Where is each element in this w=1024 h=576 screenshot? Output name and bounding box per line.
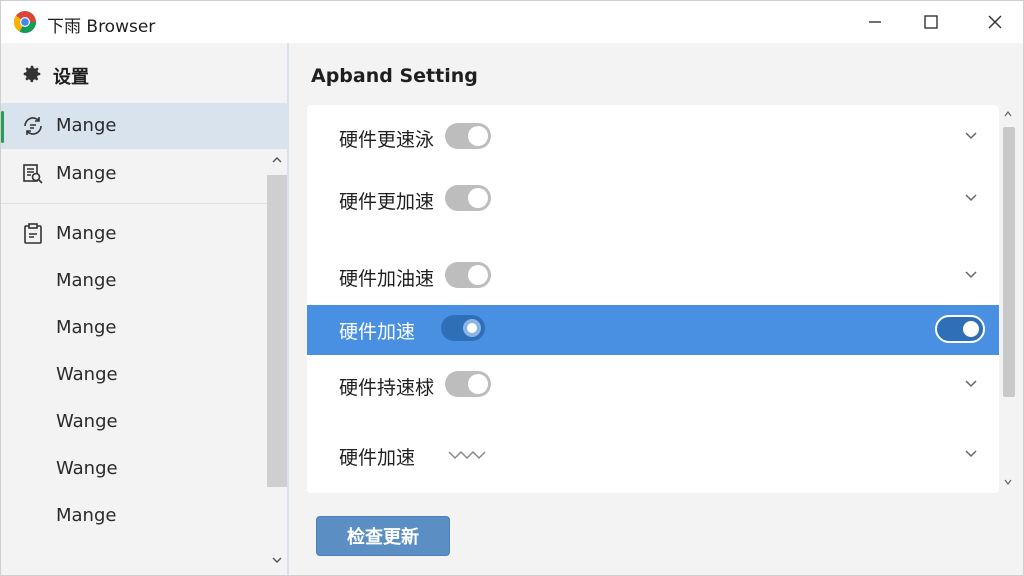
chevron-down-icon[interactable] (963, 445, 979, 461)
sidebar-item-mange-2[interactable]: Mange (1, 151, 289, 197)
setting-label: 硬件持速梂 (339, 377, 435, 399)
setting-row[interactable]: 硬件加油速 (307, 252, 999, 300)
active-indicator (1, 111, 4, 143)
sidebar-item-wange-3[interactable]: Wange (1, 446, 289, 492)
toggle-switch[interactable] (445, 262, 491, 288)
title-bar: 下雨 Browser (1, 1, 1023, 43)
toggle-switch[interactable] (445, 185, 491, 211)
sidebar-item-mange-5[interactable]: Mange (1, 305, 289, 351)
chevron-down-icon[interactable] (963, 189, 979, 205)
setting-row[interactable]: 硬件更速泳 (307, 113, 999, 161)
setting-label: 硬件更加速 (339, 191, 435, 213)
sidebar-item-mange-3[interactable]: Mange (1, 211, 289, 257)
gear-icon (23, 65, 41, 83)
toggle-switch[interactable] (445, 371, 491, 397)
sidebar-item-mange-4[interactable]: Mange (1, 258, 289, 304)
sidebar: 设置 Mange Mange Mange Mange Mange Wange W… (1, 43, 289, 575)
maximize-icon (924, 15, 938, 29)
minimize-button[interactable] (843, 1, 907, 43)
chevron-down-icon[interactable] (963, 127, 979, 143)
sidebar-item-label: Mange (56, 163, 117, 184)
sidebar-item-label: Wange (56, 458, 118, 479)
setting-label: 硬件更速泳 (339, 129, 435, 151)
sidebar-item-label: Wange (56, 411, 118, 432)
chevron-down-icon[interactable] (963, 375, 979, 391)
scroll-up-icon[interactable] (1003, 109, 1013, 119)
setting-row[interactable]: 硬件持速梂 (307, 361, 999, 409)
setting-row-selected[interactable]: 硬件加速 (307, 305, 999, 355)
panel-scrollbar[interactable] (1001, 105, 1015, 493)
toggle-switch-right[interactable] (935, 315, 985, 343)
wave-icon (448, 450, 486, 460)
chevron-down-icon[interactable] (963, 266, 979, 282)
sidebar-title: 设置 (53, 67, 89, 88)
settings-panel: 硬件更速泳 硬件更加速 硬件加油速 硬件加速 硬件持速梂 硬件加速 (307, 105, 999, 493)
sidebar-item-label: Mange (56, 505, 117, 526)
sync-icon (24, 117, 42, 135)
maximize-button[interactable] (899, 1, 963, 43)
app-logo-icon (13, 11, 36, 33)
main-content: Apband Setting 硬件更速泳 硬件更加速 硬件加油速 硬件加速 硬件… (291, 43, 1023, 575)
window-title: 下雨 Browser (47, 17, 156, 37)
find-document-icon (23, 164, 43, 184)
toggle-knob (468, 374, 488, 394)
scroll-up-icon[interactable] (271, 155, 283, 165)
setting-label: 硬件加油速 (339, 268, 435, 290)
clipboard-icon (24, 223, 42, 244)
toggle-knob (463, 319, 481, 337)
toggle-knob (468, 126, 488, 146)
browser-window: 下雨 Browser 设置 Mange Mange Mange Mange Ma… (0, 0, 1024, 576)
sidebar-item-label: Mange (56, 115, 117, 136)
sidebar-scrollbar[interactable] (267, 153, 287, 575)
setting-row[interactable]: 硬件更加速 (307, 175, 999, 223)
sidebar-item-wange-2[interactable]: Wange (1, 399, 289, 445)
scroll-down-icon[interactable] (1003, 477, 1013, 487)
sidebar-scroll-thumb[interactable] (267, 175, 287, 487)
setting-label: 硬件加速 (339, 321, 416, 343)
toggle-switch[interactable] (445, 123, 491, 149)
close-icon (988, 15, 1002, 29)
page-title: Apband Setting (311, 65, 478, 87)
scroll-down-icon[interactable] (271, 555, 283, 565)
panel-scroll-thumb[interactable] (1003, 127, 1015, 397)
sidebar-item-label: Mange (56, 317, 117, 338)
close-button[interactable] (963, 1, 1023, 43)
sidebar-item-mange-1[interactable]: Mange (1, 103, 289, 149)
sidebar-item-label: Wange (56, 364, 118, 385)
setting-label: 硬件加速 (339, 447, 416, 469)
check-update-button[interactable]: 检查更新 (316, 516, 450, 556)
sidebar-item-mange-6[interactable]: Mange (1, 493, 289, 539)
toggle-knob (468, 265, 488, 285)
toggle-knob (963, 321, 979, 337)
toggle-switch[interactable] (441, 315, 485, 341)
sidebar-item-label: Mange (56, 270, 117, 291)
sidebar-item-wange-1[interactable]: Wange (1, 352, 289, 398)
toggle-knob (468, 188, 488, 208)
setting-row[interactable]: 硬件加速 (307, 431, 999, 479)
sidebar-header: 设置 (1, 53, 289, 95)
sidebar-divider (1, 203, 287, 204)
sidebar-item-label: Mange (56, 223, 117, 244)
minimize-icon (869, 21, 881, 23)
